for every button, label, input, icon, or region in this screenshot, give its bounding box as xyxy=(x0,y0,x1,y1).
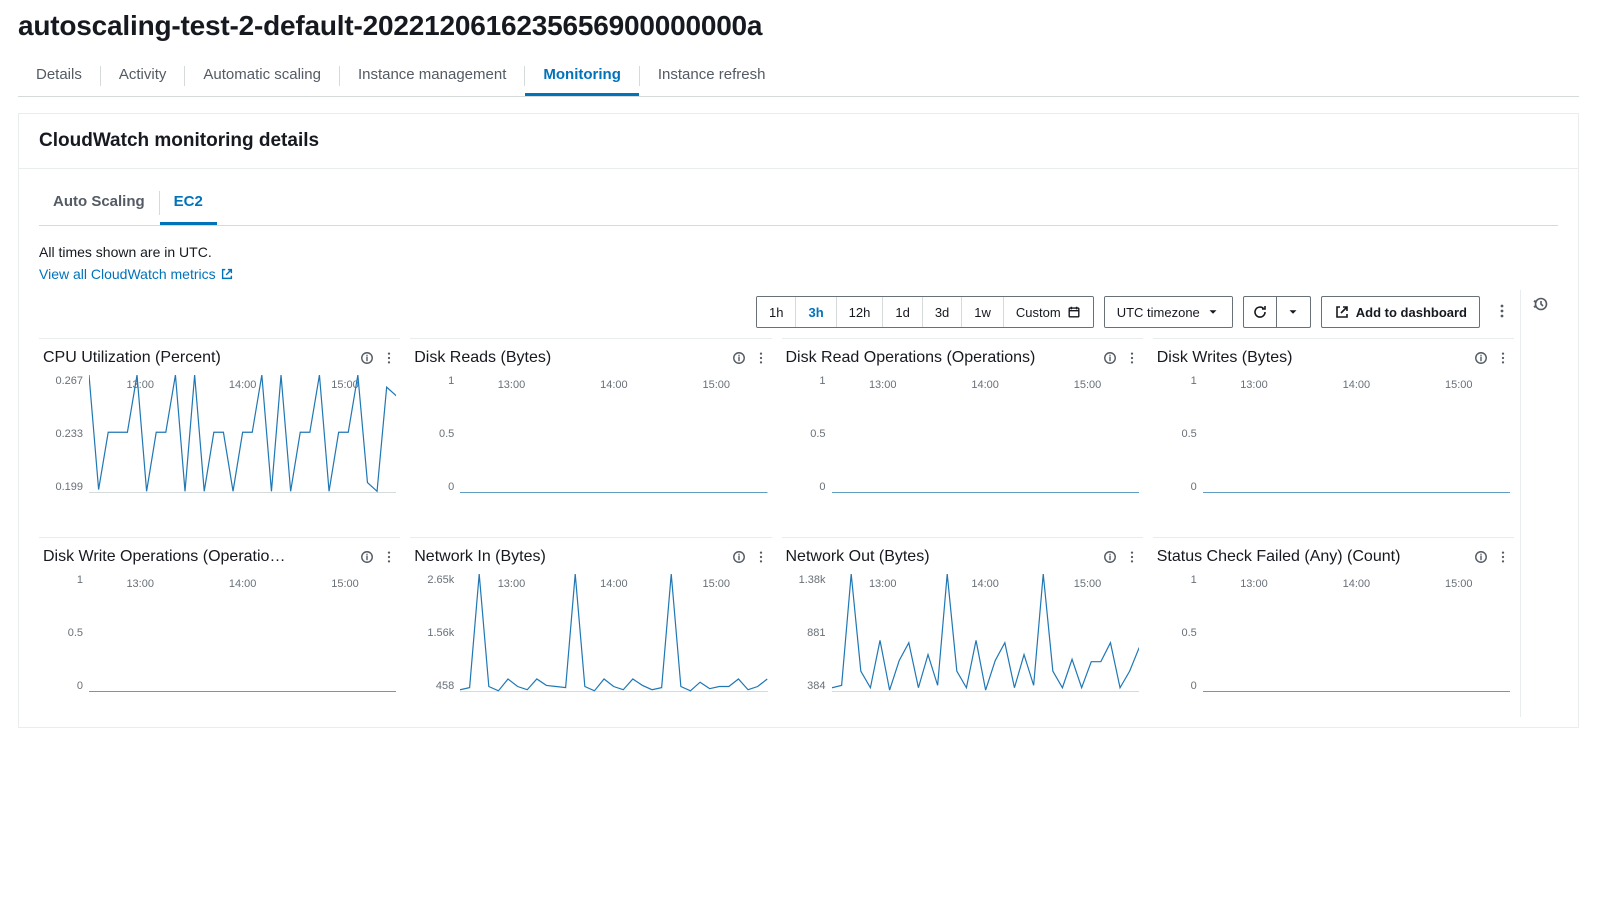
chart-title: Disk Writes (Bytes) xyxy=(1157,349,1468,367)
external-link-icon xyxy=(1334,304,1350,320)
range-12h[interactable]: 12h xyxy=(836,297,883,327)
add-to-dashboard-label: Add to dashboard xyxy=(1356,305,1467,320)
chart-card: Network In (Bytes) 2.65k1.56k45813:0014:0… xyxy=(410,537,771,717)
range-1h[interactable]: 1h xyxy=(757,297,795,327)
info-icon[interactable] xyxy=(1103,351,1117,365)
caret-down-icon xyxy=(1286,305,1300,319)
refresh-options-button[interactable] xyxy=(1277,296,1311,328)
dots-vertical-icon[interactable] xyxy=(382,550,396,564)
plot-area[interactable]: 13:0014:0015:00 xyxy=(832,375,1139,523)
dots-vertical-icon[interactable] xyxy=(754,550,768,564)
panel-title: CloudWatch monitoring details xyxy=(19,114,1578,169)
y-axis: 10.50 xyxy=(1157,574,1203,692)
main-tabs: DetailsActivityAutomatic scalingInstance… xyxy=(18,56,1579,97)
chart-card: Disk Reads (Bytes) 10.5013:0014:0015:00 xyxy=(410,338,771,527)
plot-area[interactable]: 13:0014:0015:00 xyxy=(460,574,767,717)
chart-card: Network Out (Bytes) 1.38k88138413:0014:00… xyxy=(782,537,1143,717)
y-axis: 1.38k881384 xyxy=(786,574,832,692)
dots-vertical-icon[interactable] xyxy=(754,351,768,365)
toolbar-menu-button[interactable] xyxy=(1490,299,1514,326)
right-rail xyxy=(1520,290,1558,717)
plot-area[interactable]: 13:0014:0015:00 xyxy=(460,375,767,523)
external-link-icon xyxy=(220,267,234,281)
tab-instance-management[interactable]: Instance management xyxy=(340,56,524,96)
y-axis: 2.65k1.56k458 xyxy=(414,574,460,692)
tab-activity[interactable]: Activity xyxy=(101,56,185,96)
info-icon[interactable] xyxy=(360,550,374,564)
range-1w[interactable]: 1w xyxy=(961,297,1003,327)
plot-area[interactable]: 13:0014:0015:00 xyxy=(89,375,396,523)
dots-vertical-icon[interactable] xyxy=(382,351,396,365)
plot-area[interactable]: 13:0014:0015:00 xyxy=(1203,574,1510,717)
chart-card: Status Check Failed (Any) (Count) 10.5013… xyxy=(1153,537,1514,717)
tab-monitoring[interactable]: Monitoring xyxy=(525,56,638,96)
chart-title: Network In (Bytes) xyxy=(414,548,725,566)
chart-title: Disk Reads (Bytes) xyxy=(414,349,725,367)
chart-title: Status Check Failed (Any) (Count) xyxy=(1157,548,1468,566)
dots-vertical-icon[interactable] xyxy=(1125,351,1139,365)
chart-toolbar: 1h3h12h1d3d1wCustom UTC timezone xyxy=(39,296,1514,328)
timezone-select[interactable]: UTC timezone xyxy=(1104,296,1233,328)
chart-card: CPU Utilization (Percent) 0.2670.2330.199… xyxy=(39,338,400,527)
chart-card: Disk Write Operations (Operatio… 10.5013:… xyxy=(39,537,400,717)
range-3d[interactable]: 3d xyxy=(922,297,961,327)
y-axis: 0.2670.2330.199 xyxy=(43,375,89,493)
range-custom[interactable]: Custom xyxy=(1003,297,1093,327)
calendar-icon xyxy=(1067,305,1081,319)
dots-vertical-icon[interactable] xyxy=(1496,351,1510,365)
add-to-dashboard-button[interactable]: Add to dashboard xyxy=(1321,296,1480,328)
time-range-group: 1h3h12h1d3d1wCustom xyxy=(756,296,1094,328)
tab-instance-refresh[interactable]: Instance refresh xyxy=(640,56,784,96)
view-all-metrics-link[interactable]: View all CloudWatch metrics xyxy=(39,266,234,282)
dots-vertical-icon[interactable] xyxy=(1496,550,1510,564)
info-icon[interactable] xyxy=(732,550,746,564)
tab-automatic-scaling[interactable]: Automatic scaling xyxy=(185,56,339,96)
dots-vertical-icon xyxy=(1494,303,1510,319)
chart-title: Network Out (Bytes) xyxy=(786,548,1097,566)
tab-details[interactable]: Details xyxy=(18,56,100,96)
info-icon[interactable] xyxy=(732,351,746,365)
tz-label: UTC timezone xyxy=(1117,305,1200,320)
y-axis: 10.50 xyxy=(786,375,832,493)
chart-title: CPU Utilization (Percent) xyxy=(43,349,354,367)
plot-area[interactable]: 13:0014:0015:00 xyxy=(1203,375,1510,523)
info-icon[interactable] xyxy=(1474,351,1488,365)
caret-down-icon xyxy=(1206,305,1220,319)
y-axis: 10.50 xyxy=(1157,375,1203,493)
refresh-icon xyxy=(1252,304,1268,320)
info-icon[interactable] xyxy=(360,351,374,365)
dots-vertical-icon[interactable] xyxy=(1125,550,1139,564)
sub-tabs: Auto ScalingEC2 xyxy=(39,181,1558,226)
y-axis: 10.50 xyxy=(43,574,89,692)
info-icon[interactable] xyxy=(1474,550,1488,564)
charts-grid: CPU Utilization (Percent) 0.2670.2330.199… xyxy=(39,338,1514,717)
plot-area[interactable]: 13:0014:0015:00 xyxy=(89,574,396,717)
plot-area[interactable]: 13:0014:0015:00 xyxy=(832,574,1139,717)
chart-title: Disk Write Operations (Operatio… xyxy=(43,548,354,566)
info-icon[interactable] xyxy=(1103,550,1117,564)
chart-card: Disk Read Operations (Operations) 10.5013… xyxy=(782,338,1143,527)
clock-history-icon[interactable] xyxy=(1532,296,1548,317)
range-1d[interactable]: 1d xyxy=(882,297,921,327)
monitoring-panel: CloudWatch monitoring details Auto Scali… xyxy=(18,113,1579,728)
chart-card: Disk Writes (Bytes) 10.5013:0014:0015:00 xyxy=(1153,338,1514,527)
subtab-ec2[interactable]: EC2 xyxy=(160,181,217,225)
timezone-note: All times shown are in UTC. xyxy=(39,244,1558,260)
refresh-button[interactable] xyxy=(1243,296,1277,328)
link-text: View all CloudWatch metrics xyxy=(39,266,216,282)
chart-title: Disk Read Operations (Operations) xyxy=(786,349,1097,367)
subtab-auto-scaling[interactable]: Auto Scaling xyxy=(39,181,159,225)
page-title: autoscaling-test-2-default-2022120616235… xyxy=(18,10,1579,42)
range-3h[interactable]: 3h xyxy=(795,297,835,327)
y-axis: 10.50 xyxy=(414,375,460,493)
